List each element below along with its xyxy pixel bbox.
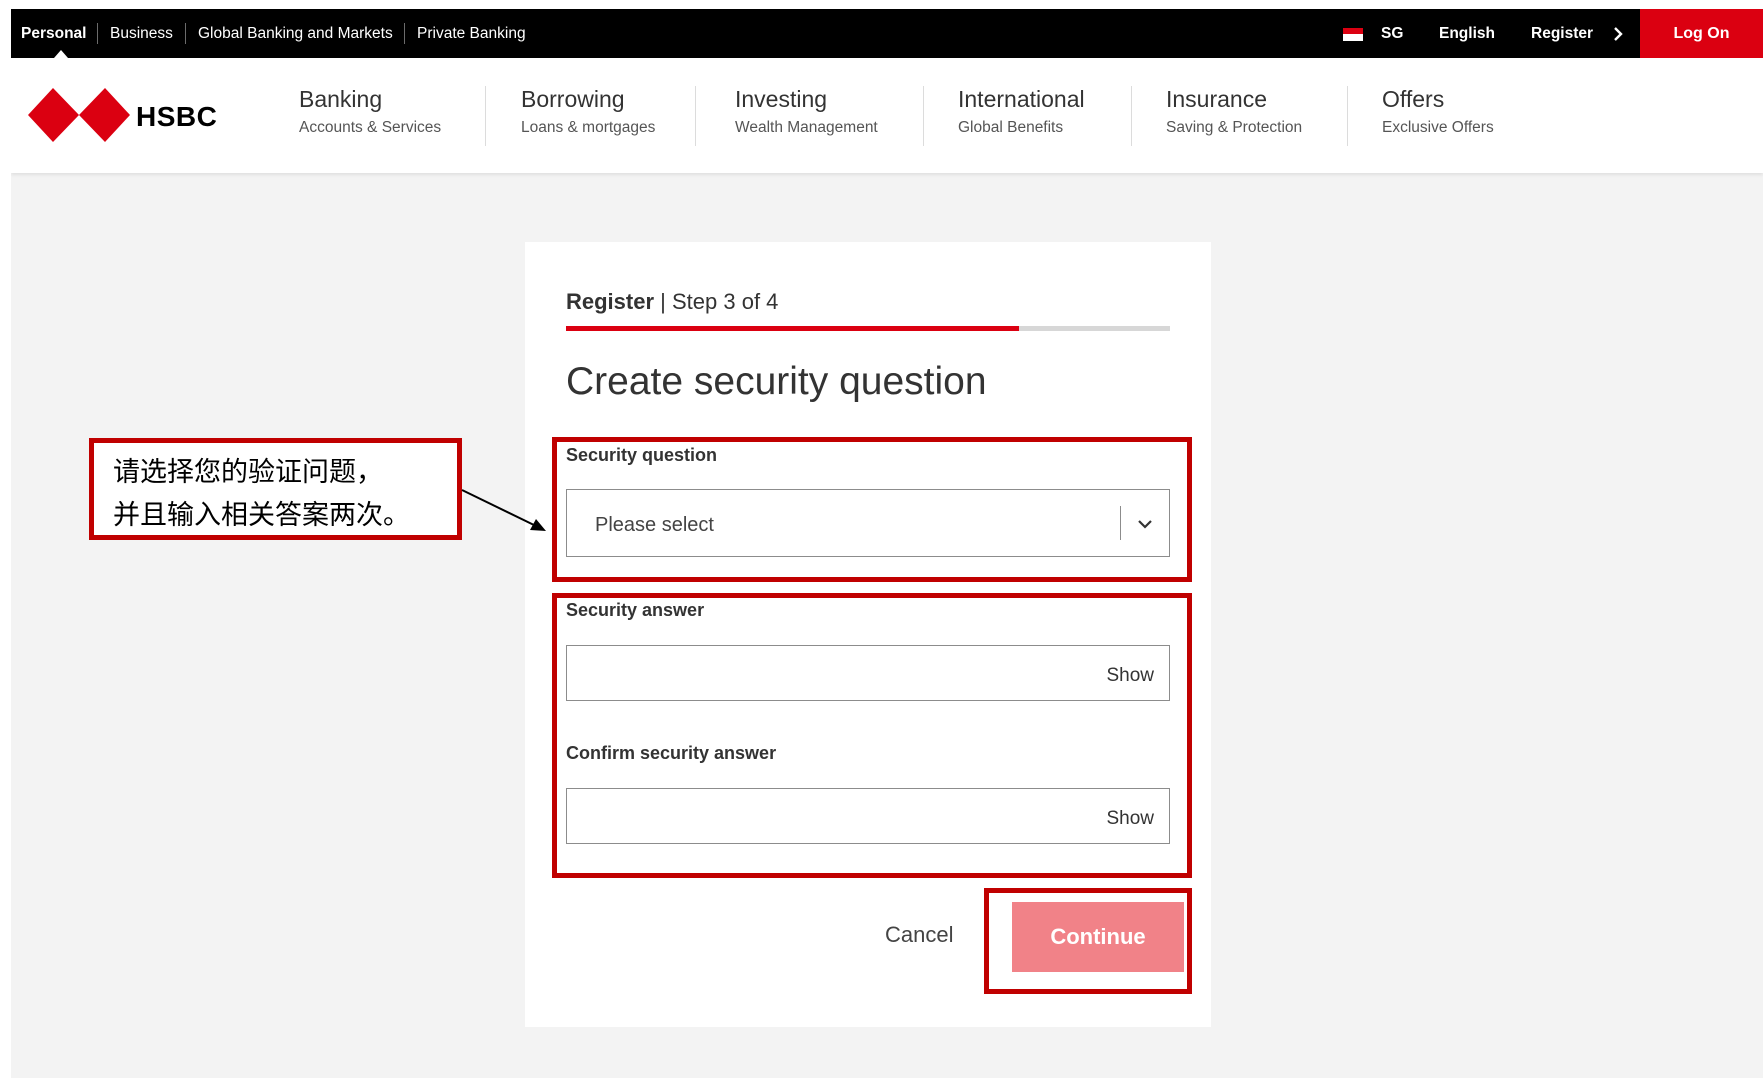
nav-subtitle: Exclusive Offers — [1382, 119, 1494, 136]
cancel-button[interactable]: Cancel — [885, 922, 953, 948]
nav-subtitle: Saving & Protection — [1166, 119, 1303, 136]
nav-item-borrowing[interactable]: Borrowing Loans & mortgages — [521, 84, 655, 137]
nav-title: Borrowing — [521, 86, 625, 112]
nav-title: International — [958, 86, 1085, 112]
nav-divider — [485, 86, 486, 146]
segment-global-banking[interactable]: Global Banking and Markets — [198, 9, 393, 58]
nav-title: Insurance — [1166, 86, 1268, 112]
step-text: | Step 3 of 4 — [654, 289, 779, 314]
progress-bar — [566, 326, 1170, 331]
nav-divider — [923, 86, 924, 146]
divider — [185, 23, 186, 44]
nav-item-offers[interactable]: Offers Exclusive Offers — [1382, 84, 1494, 137]
nav-item-insurance[interactable]: Insurance Saving & Protection — [1166, 84, 1302, 137]
segment-business[interactable]: Business — [110, 9, 173, 58]
divider — [404, 23, 405, 44]
page-title: Create security question — [566, 360, 987, 403]
nav-divider — [1347, 86, 1348, 146]
chevron-right-icon — [1614, 27, 1623, 41]
register-link[interactable]: Register — [1531, 9, 1593, 58]
annotation-callout: 请选择您的验证问题， 并且输入相关答案两次。 — [89, 438, 462, 540]
nav-subtitle: Global Benefits — [958, 119, 1064, 136]
divider — [97, 23, 98, 44]
hsbc-hexagon-logo-icon[interactable] — [28, 88, 130, 142]
annotation-highlight-answers — [552, 593, 1192, 878]
annotation-highlight-question — [552, 437, 1192, 582]
brand-name: HSBC — [136, 101, 218, 132]
nav-title: Banking — [299, 86, 383, 112]
nav-subtitle: Accounts & Services — [299, 119, 442, 136]
step-label: Register — [566, 289, 655, 314]
log-on-button[interactable]: Log On — [1640, 9, 1763, 58]
nav-item-banking[interactable]: Banking Accounts & Services — [299, 84, 441, 137]
segment-private-banking[interactable]: Private Banking — [417, 9, 526, 58]
callout-line-2: 并且输入相关答案两次。 — [113, 500, 410, 531]
nav-title: Offers — [1382, 86, 1445, 112]
active-segment-caret-icon — [54, 50, 68, 58]
nav-item-investing[interactable]: Investing Wealth Management — [735, 84, 878, 137]
callout-line-1: 请选择您的验证问题， — [113, 457, 383, 488]
nav-item-international[interactable]: International Global Benefits — [958, 84, 1085, 137]
nav-divider — [1131, 86, 1132, 146]
singapore-flag-icon[interactable] — [1343, 28, 1363, 41]
step-indicator: Register | Step 3 of 4 — [566, 289, 778, 315]
nav-subtitle: Wealth Management — [735, 119, 878, 136]
top-utility-bar: Personal Business Global Banking and Mar… — [11, 9, 1763, 58]
nav-title: Investing — [735, 86, 828, 112]
main-navigation: HSBC Banking Accounts & Services Borrowi… — [11, 58, 1763, 173]
progress-bar-fill — [566, 326, 1019, 331]
language-selector[interactable]: English — [1439, 9, 1495, 58]
nav-subtitle: Loans & mortgages — [521, 119, 656, 136]
annotation-highlight-continue — [984, 888, 1192, 994]
nav-divider — [695, 86, 696, 146]
region-selector[interactable]: SG — [1381, 9, 1403, 58]
